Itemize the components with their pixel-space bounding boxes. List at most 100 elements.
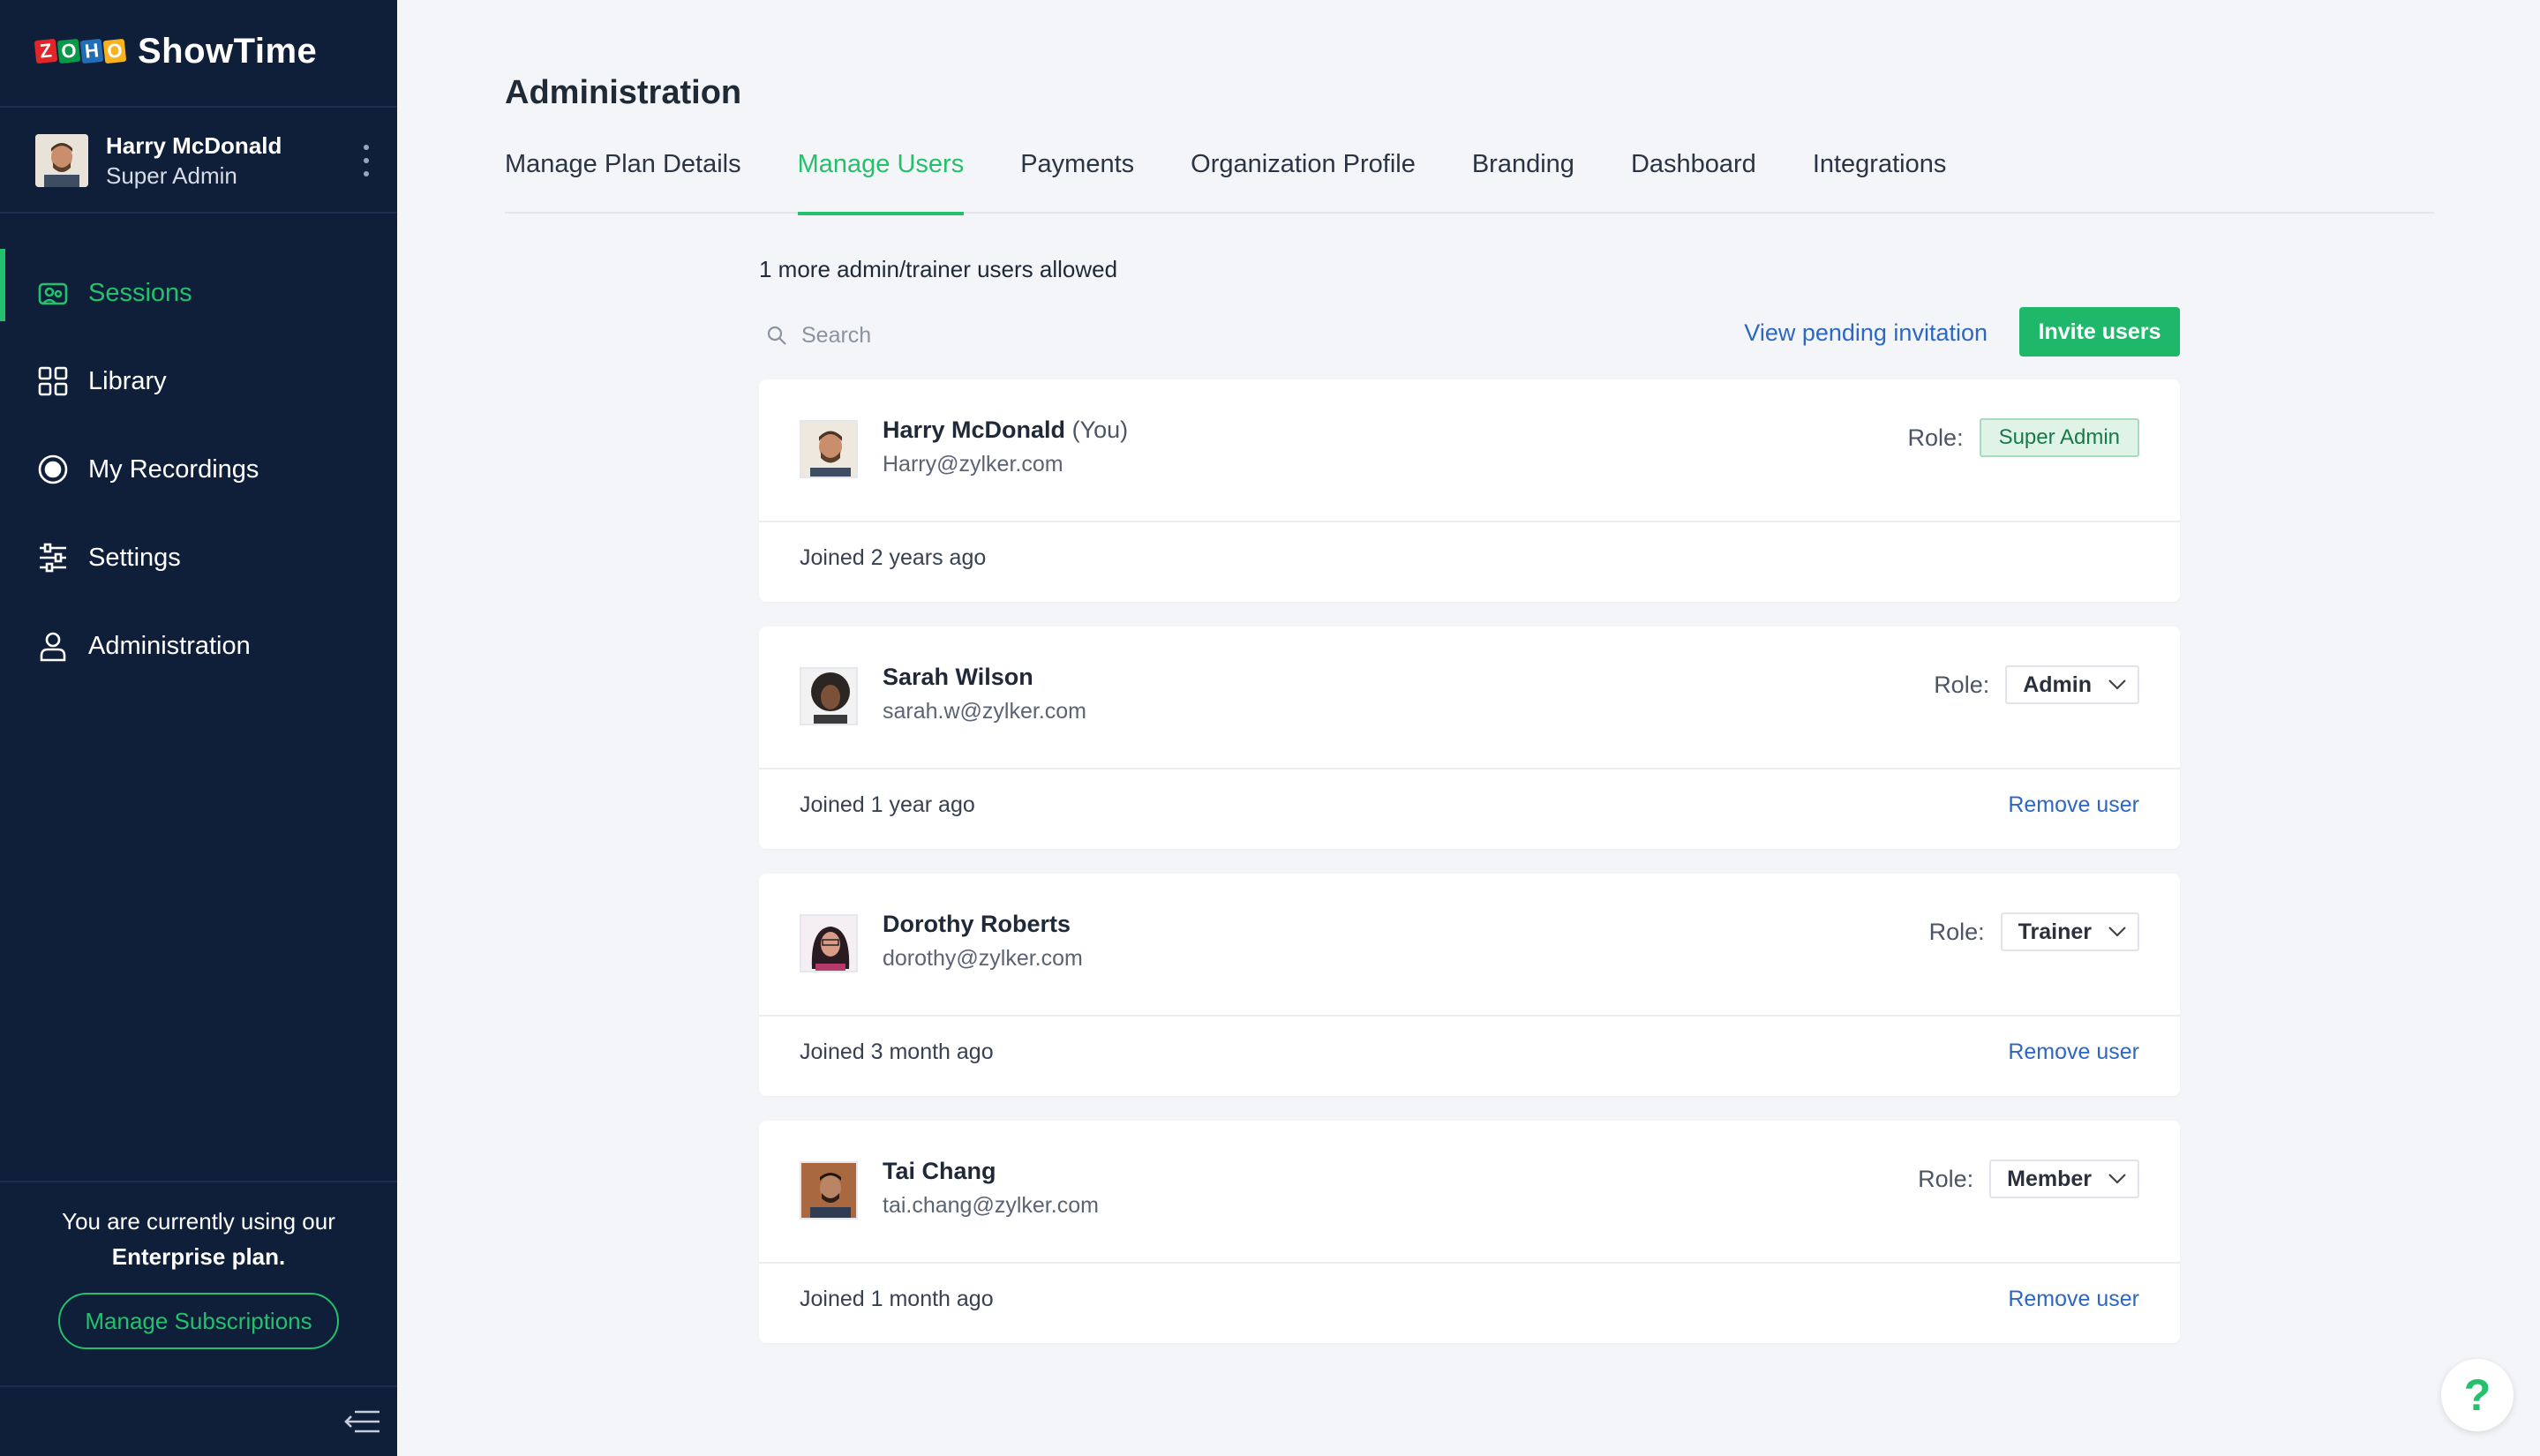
tab-manage-plan-details[interactable]: Manage Plan Details <box>505 141 741 214</box>
user-email: dorothy@zylker.com <box>883 946 1083 971</box>
user-card: Harry McDonald (You) Harry@zylker.com Ro… <box>759 379 2180 602</box>
user-name: Harry McDonald (You) <box>883 417 1128 444</box>
user-email: Harry@zylker.com <box>883 452 1063 477</box>
users-allowed-text: 1 more admin/trainer users allowed <box>759 256 1118 282</box>
logo-letter: Z <box>34 38 58 64</box>
sidebar-divider <box>0 1385 397 1387</box>
sliders-icon <box>40 543 66 573</box>
user-card-header: Sarah Wilson sarah.w@zylker.com Role: Ad… <box>759 627 2180 769</box>
remove-user-link[interactable]: Remove user <box>2008 1287 2139 1312</box>
user-card-header: Tai Chang tai.chang@zylker.com Role: Mem… <box>759 1121 2180 1264</box>
role-badge: Super Admin <box>1979 418 2139 457</box>
tab-dashboard[interactable]: Dashboard <box>1631 141 1756 214</box>
joined-text: Joined 1 month ago <box>800 1287 994 1311</box>
sidebar-item-label: Sessions <box>88 278 192 307</box>
record-icon <box>38 454 68 484</box>
tab-payments[interactable]: Payments <box>1020 141 1134 214</box>
role-label: Role: <box>1918 1165 1974 1192</box>
sessions-icon <box>38 282 68 305</box>
remove-user-link[interactable]: Remove user <box>2008 792 2139 818</box>
logo-letter: H <box>79 38 104 64</box>
remove-user-link[interactable]: Remove user <box>2008 1039 2139 1065</box>
sidebar-item-library[interactable]: Library <box>0 337 397 425</box>
role-field: Role: Member <box>1918 1160 2139 1198</box>
search-icon <box>767 326 786 345</box>
user-name-text: Harry McDonald <box>883 417 1066 443</box>
user-name: Tai Chang <box>883 1158 996 1184</box>
zoho-logo-icon: Z O H O <box>34 38 127 64</box>
sidebar-user-card[interactable]: Harry McDonald Super Admin <box>35 132 371 189</box>
sidebar-user-name: Harry McDonald <box>106 132 282 159</box>
user-card-header: Harry McDonald (You) Harry@zylker.com Ro… <box>759 379 2180 522</box>
avatar <box>35 134 88 187</box>
more-options-icon[interactable] <box>362 145 371 176</box>
chevron-down-icon <box>2108 679 2126 690</box>
user-icon <box>40 632 66 662</box>
role-label: Role: <box>1934 671 1990 698</box>
sidebar-item-label: Library <box>88 366 167 395</box>
plan-text: You are currently using our <box>62 1208 335 1235</box>
avatar <box>800 914 858 972</box>
joined-text: Joined 3 month ago <box>800 1039 994 1064</box>
search-box <box>766 316 1154 355</box>
sidebar-item-sessions[interactable]: Sessions <box>0 249 397 337</box>
joined-text: Joined 2 years ago <box>800 545 987 570</box>
sidebar-item-label: Administration <box>88 631 251 660</box>
invite-users-button[interactable]: Invite users <box>2019 307 2180 356</box>
sidebar-item-my-recordings[interactable]: My Recordings <box>0 425 397 514</box>
sidebar-item-settings[interactable]: Settings <box>0 514 397 602</box>
you-tag: (You) <box>1071 417 1129 443</box>
user-name: Sarah Wilson <box>883 664 1033 690</box>
user-card: Dorothy Roberts dorothy@zylker.com Role:… <box>759 874 2180 1096</box>
collapse-sidebar-icon[interactable] <box>342 1408 381 1435</box>
tab-integrations[interactable]: Integrations <box>1813 141 1947 214</box>
tab-bar: Manage Plan Details Manage Users Payment… <box>505 141 2434 215</box>
role-dropdown[interactable]: Trainer <box>2000 912 2139 951</box>
user-card-header: Dorothy Roberts dorothy@zylker.com Role:… <box>759 874 2180 1017</box>
user-list: Harry McDonald (You) Harry@zylker.com Ro… <box>759 379 2180 1343</box>
tab-organization-profile[interactable]: Organization Profile <box>1191 141 1416 214</box>
logo-letter: O <box>102 38 127 64</box>
tab-manage-users[interactable]: Manage Users <box>797 141 964 215</box>
role-dropdown[interactable]: Member <box>1989 1160 2139 1198</box>
avatar <box>800 420 858 478</box>
role-label: Role: <box>1928 918 1985 945</box>
role-selected-value: Trainer <box>2018 919 2092 944</box>
avatar <box>800 667 858 725</box>
user-card: Sarah Wilson sarah.w@zylker.com Role: Ad… <box>759 627 2180 849</box>
role-field: Role: Admin <box>1934 665 2139 704</box>
manage-users-panel: 1 more admin/trainer users allowed View … <box>759 247 2180 1368</box>
users-toolbar: View pending invitation Invite users <box>759 307 2180 365</box>
help-button[interactable]: ? <box>2441 1359 2514 1431</box>
main-content: Administration Manage Plan Details Manag… <box>397 0 2540 1456</box>
tab-branding[interactable]: Branding <box>1472 141 1574 214</box>
sidebar-item-label: My Recordings <box>88 454 259 484</box>
sidebar-divider <box>0 212 397 214</box>
view-pending-invitation-link[interactable]: View pending invitation <box>1744 319 1988 347</box>
logo-letter: O <box>56 38 81 64</box>
avatar <box>800 1161 858 1220</box>
chevron-down-icon <box>2108 1174 2126 1184</box>
manage-subscriptions-button[interactable]: Manage Subscriptions <box>58 1293 339 1349</box>
brand-logo[interactable]: Z O H O ShowTime <box>34 30 318 72</box>
brand-name: ShowTime <box>138 31 318 71</box>
sidebar-divider <box>0 1181 397 1182</box>
sidebar: Z O H O ShowTime Harry McDonald Super Ad… <box>0 0 397 1456</box>
search-input[interactable] <box>801 322 1154 349</box>
role-field: Role: Super Admin <box>1908 418 2139 457</box>
role-dropdown[interactable]: Admin <box>2005 665 2139 704</box>
sidebar-user-role: Super Admin <box>106 162 237 189</box>
page-title: Administration <box>505 74 742 111</box>
sidebar-item-label: Settings <box>88 543 181 572</box>
chevron-down-icon <box>2108 927 2126 937</box>
user-name: Dorothy Roberts <box>883 911 1071 937</box>
user-card: Tai Chang tai.chang@zylker.com Role: Mem… <box>759 1121 2180 1343</box>
sidebar-item-administration[interactable]: Administration <box>0 602 397 690</box>
sidebar-divider <box>0 106 397 108</box>
role-field: Role: Trainer <box>1929 912 2139 951</box>
role-label: Role: <box>1907 424 1964 451</box>
user-email: sarah.w@zylker.com <box>883 699 1086 724</box>
plan-name: Enterprise plan. <box>111 1243 286 1270</box>
role-selected-value: Admin <box>2023 672 2092 697</box>
library-grid-icon <box>38 366 68 396</box>
